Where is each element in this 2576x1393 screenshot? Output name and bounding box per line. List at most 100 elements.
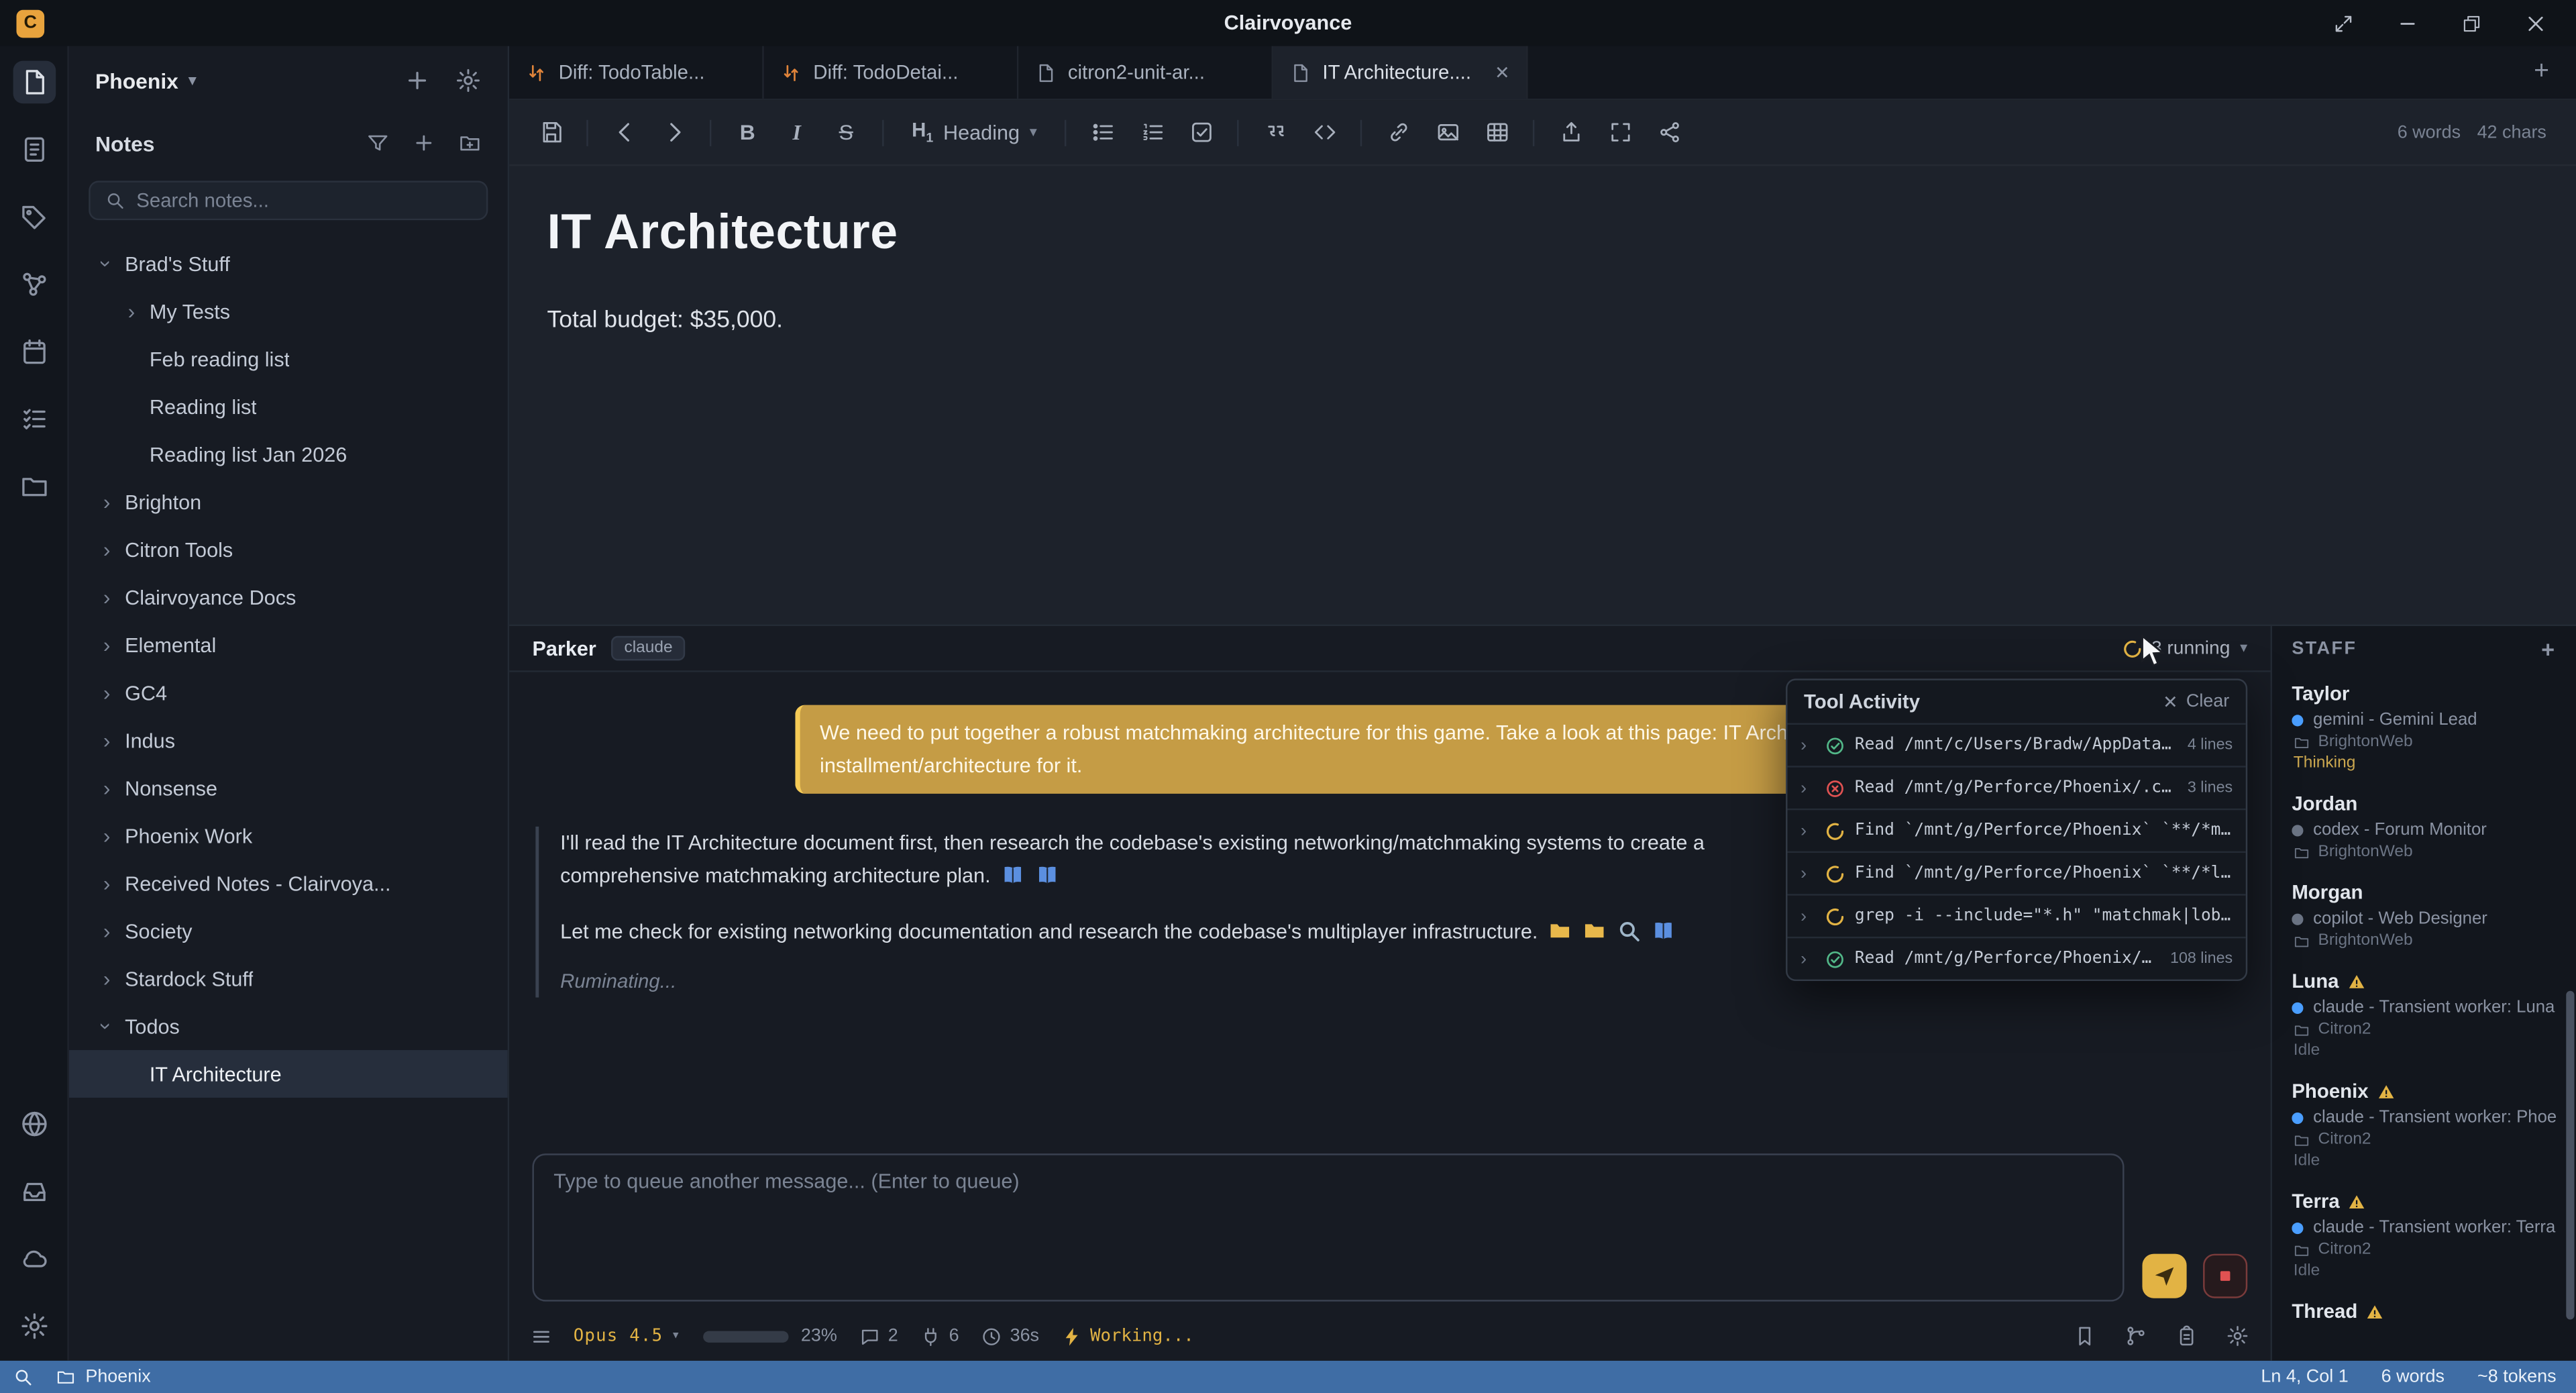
sidebar-folder-item[interactable]: ›GC4 [69,669,508,717]
chevron-right-icon[interactable]: › [1801,735,1815,755]
chevron-right-icon[interactable]: › [1801,864,1815,883]
comment-count[interactable]: 2 [859,1325,898,1347]
send-button[interactable] [2142,1254,2186,1298]
sidebar-folder-item[interactable]: ›Stardock Stuff [69,955,508,1002]
rail-web-button[interactable] [12,1102,55,1145]
add-workspace-icon[interactable] [404,67,430,93]
chevron-icon[interactable]: › [95,825,118,846]
heading-dropdown[interactable]: H1 Heading ▾ [899,111,1051,154]
clear-tool-activity-button[interactable]: ✕ Clear [2163,691,2229,713]
sidebar-folder-item[interactable]: ›Phoenix Work [69,812,508,860]
chevron-icon[interactable]: › [120,301,143,322]
staff-scrollbar[interactable] [2566,991,2574,1320]
chevron-icon[interactable]: › [96,1015,117,1037]
chat-settings-icon[interactable] [2226,1325,2249,1347]
sidebar-folder-item[interactable]: ›Brighton [69,478,508,526]
add-staff-button[interactable]: + [2541,636,2557,662]
tool-activity-row[interactable]: ›Read /mnt/g/Perforce/Phoenix/.clairv...… [1787,766,2245,809]
rail-notes-button[interactable] [12,61,55,104]
editor-tab[interactable]: IT Architecture....✕ [1273,46,1528,99]
new-tab-button[interactable]: + [2524,54,2560,91]
chevron-icon[interactable]: › [95,872,118,894]
chevron-right-icon[interactable]: › [1801,821,1815,840]
staff-member[interactable]: Morgancopilot - Web DesignerBrightonWeb [2292,881,2556,950]
forward-button[interactable] [652,111,695,154]
sidebar-note-item[interactable]: IT Architecture [69,1050,508,1098]
sidebar-folder-item[interactable]: ›Elemental [69,621,508,669]
sidebar-folder-item[interactable]: ›Nonsense [69,764,508,812]
close-tab-icon[interactable]: ✕ [1495,62,1510,83]
tool-activity-row[interactable]: ›Find `/mnt/g/Perforce/Phoenix` `**/*lob… [1787,852,2245,894]
table-button[interactable] [1476,111,1519,154]
staff-member[interactable]: Phoenixclaude - Transient worker: Phoe..… [2292,1080,2556,1170]
fullscreen-icon[interactable] [2333,12,2355,34]
chevron-icon[interactable]: › [95,920,118,941]
link-button[interactable] [1377,111,1420,154]
stop-button[interactable] [2203,1254,2247,1298]
staff-member[interactable]: Terraclaude - Transient worker: TerraCit… [2292,1190,2556,1280]
filter-icon[interactable] [366,132,389,154]
rail-settings-button[interactable] [12,1304,55,1347]
search-input[interactable] [136,189,472,212]
branch-icon[interactable] [2125,1325,2147,1347]
save-button[interactable] [529,111,572,154]
note-editor[interactable]: IT Architecture Total budget: $35,000. [509,166,2576,624]
menu-icon[interactable] [531,1325,552,1347]
model-selector[interactable]: Opus 4.5 ▾ [574,1326,681,1345]
bullet-list-button[interactable] [1081,111,1124,154]
quote-button[interactable] [1254,111,1297,154]
workspace-name[interactable]: Phoenix [95,68,178,93]
staff-member[interactable]: Lunaclaude - Transient worker: LunaCitro… [2292,970,2556,1060]
new-note-icon[interactable] [413,132,435,154]
search-notes-box[interactable] [89,180,488,220]
code-button[interactable] [1303,111,1346,154]
tool-activity-row[interactable]: ›Find `/mnt/g/Perforce/Phoenix` `**/*mat… [1787,809,2245,852]
sidebar-folder-item[interactable]: ›Brad's Stuff [69,240,508,288]
sidebar-folder-item[interactable]: ›Society [69,907,508,955]
editor-tab[interactable]: Diff: TodoTable... [509,46,764,99]
chevron-icon[interactable]: › [95,586,118,608]
line-col-indicator[interactable]: Ln 4, Col 1 [2261,1368,2348,1387]
chevron-icon[interactable]: › [95,682,118,703]
restore-icon[interactable] [2461,12,2483,34]
sidebar-note-item[interactable]: Reading list Jan 2026 [69,431,508,478]
rail-journal-button[interactable] [12,128,55,171]
back-button[interactable] [603,111,646,154]
rail-calendar-button[interactable] [12,330,55,373]
chevron-icon[interactable]: › [95,729,118,751]
chevron-icon[interactable]: › [95,634,118,656]
statusbar-project[interactable]: Phoenix [56,1368,150,1387]
chevron-icon[interactable]: › [95,968,118,989]
editor-tab[interactable]: Diff: TodoDetai... [764,46,1019,99]
close-window-icon[interactable] [2525,12,2546,34]
chevron-right-icon[interactable]: › [1801,949,1815,968]
bold-button[interactable]: B [726,111,769,154]
chevron-icon[interactable]: › [95,539,118,560]
statusbar-search-icon[interactable] [13,1368,33,1387]
chevron-right-icon[interactable]: › [1801,778,1815,798]
sidebar-note-item[interactable]: Feb reading list [69,336,508,383]
rail-graph-button[interactable] [12,263,55,306]
share-button[interactable] [1648,111,1691,154]
rail-files-button[interactable] [12,465,55,508]
strikethrough-button[interactable]: S [824,111,867,154]
rail-cloud-button[interactable] [12,1237,55,1280]
minimize-icon[interactable] [2397,12,2418,34]
sidebar-note-item[interactable]: Reading list [69,383,508,431]
bookmark-icon[interactable] [2074,1325,2096,1347]
chevron-right-icon[interactable]: › [1801,907,1815,926]
sidebar-folder-item[interactable]: ›Citron Tools [69,526,508,574]
sidebar-folder-item[interactable]: ›Todos [69,1002,508,1050]
sidebar-folder-item[interactable]: ›Clairvoyance Docs [69,574,508,621]
clipboard-icon[interactable] [2175,1325,2198,1347]
tool-activity-row[interactable]: ›Read /mnt/g/Perforce/Phoenix/Doc...108 … [1787,937,2245,980]
editor-tab[interactable]: citron2-unit-ar... [1018,46,1273,99]
running-tools-button[interactable]: 3 running ▾ [2122,638,2247,658]
chevron-icon[interactable]: › [95,491,118,513]
new-folder-icon[interactable] [458,132,481,154]
image-button[interactable] [1426,111,1469,154]
tool-count[interactable]: 6 [920,1325,959,1347]
chevron-icon[interactable]: › [96,252,117,275]
export-button[interactable] [1550,111,1593,154]
rail-tags-button[interactable] [12,195,55,238]
